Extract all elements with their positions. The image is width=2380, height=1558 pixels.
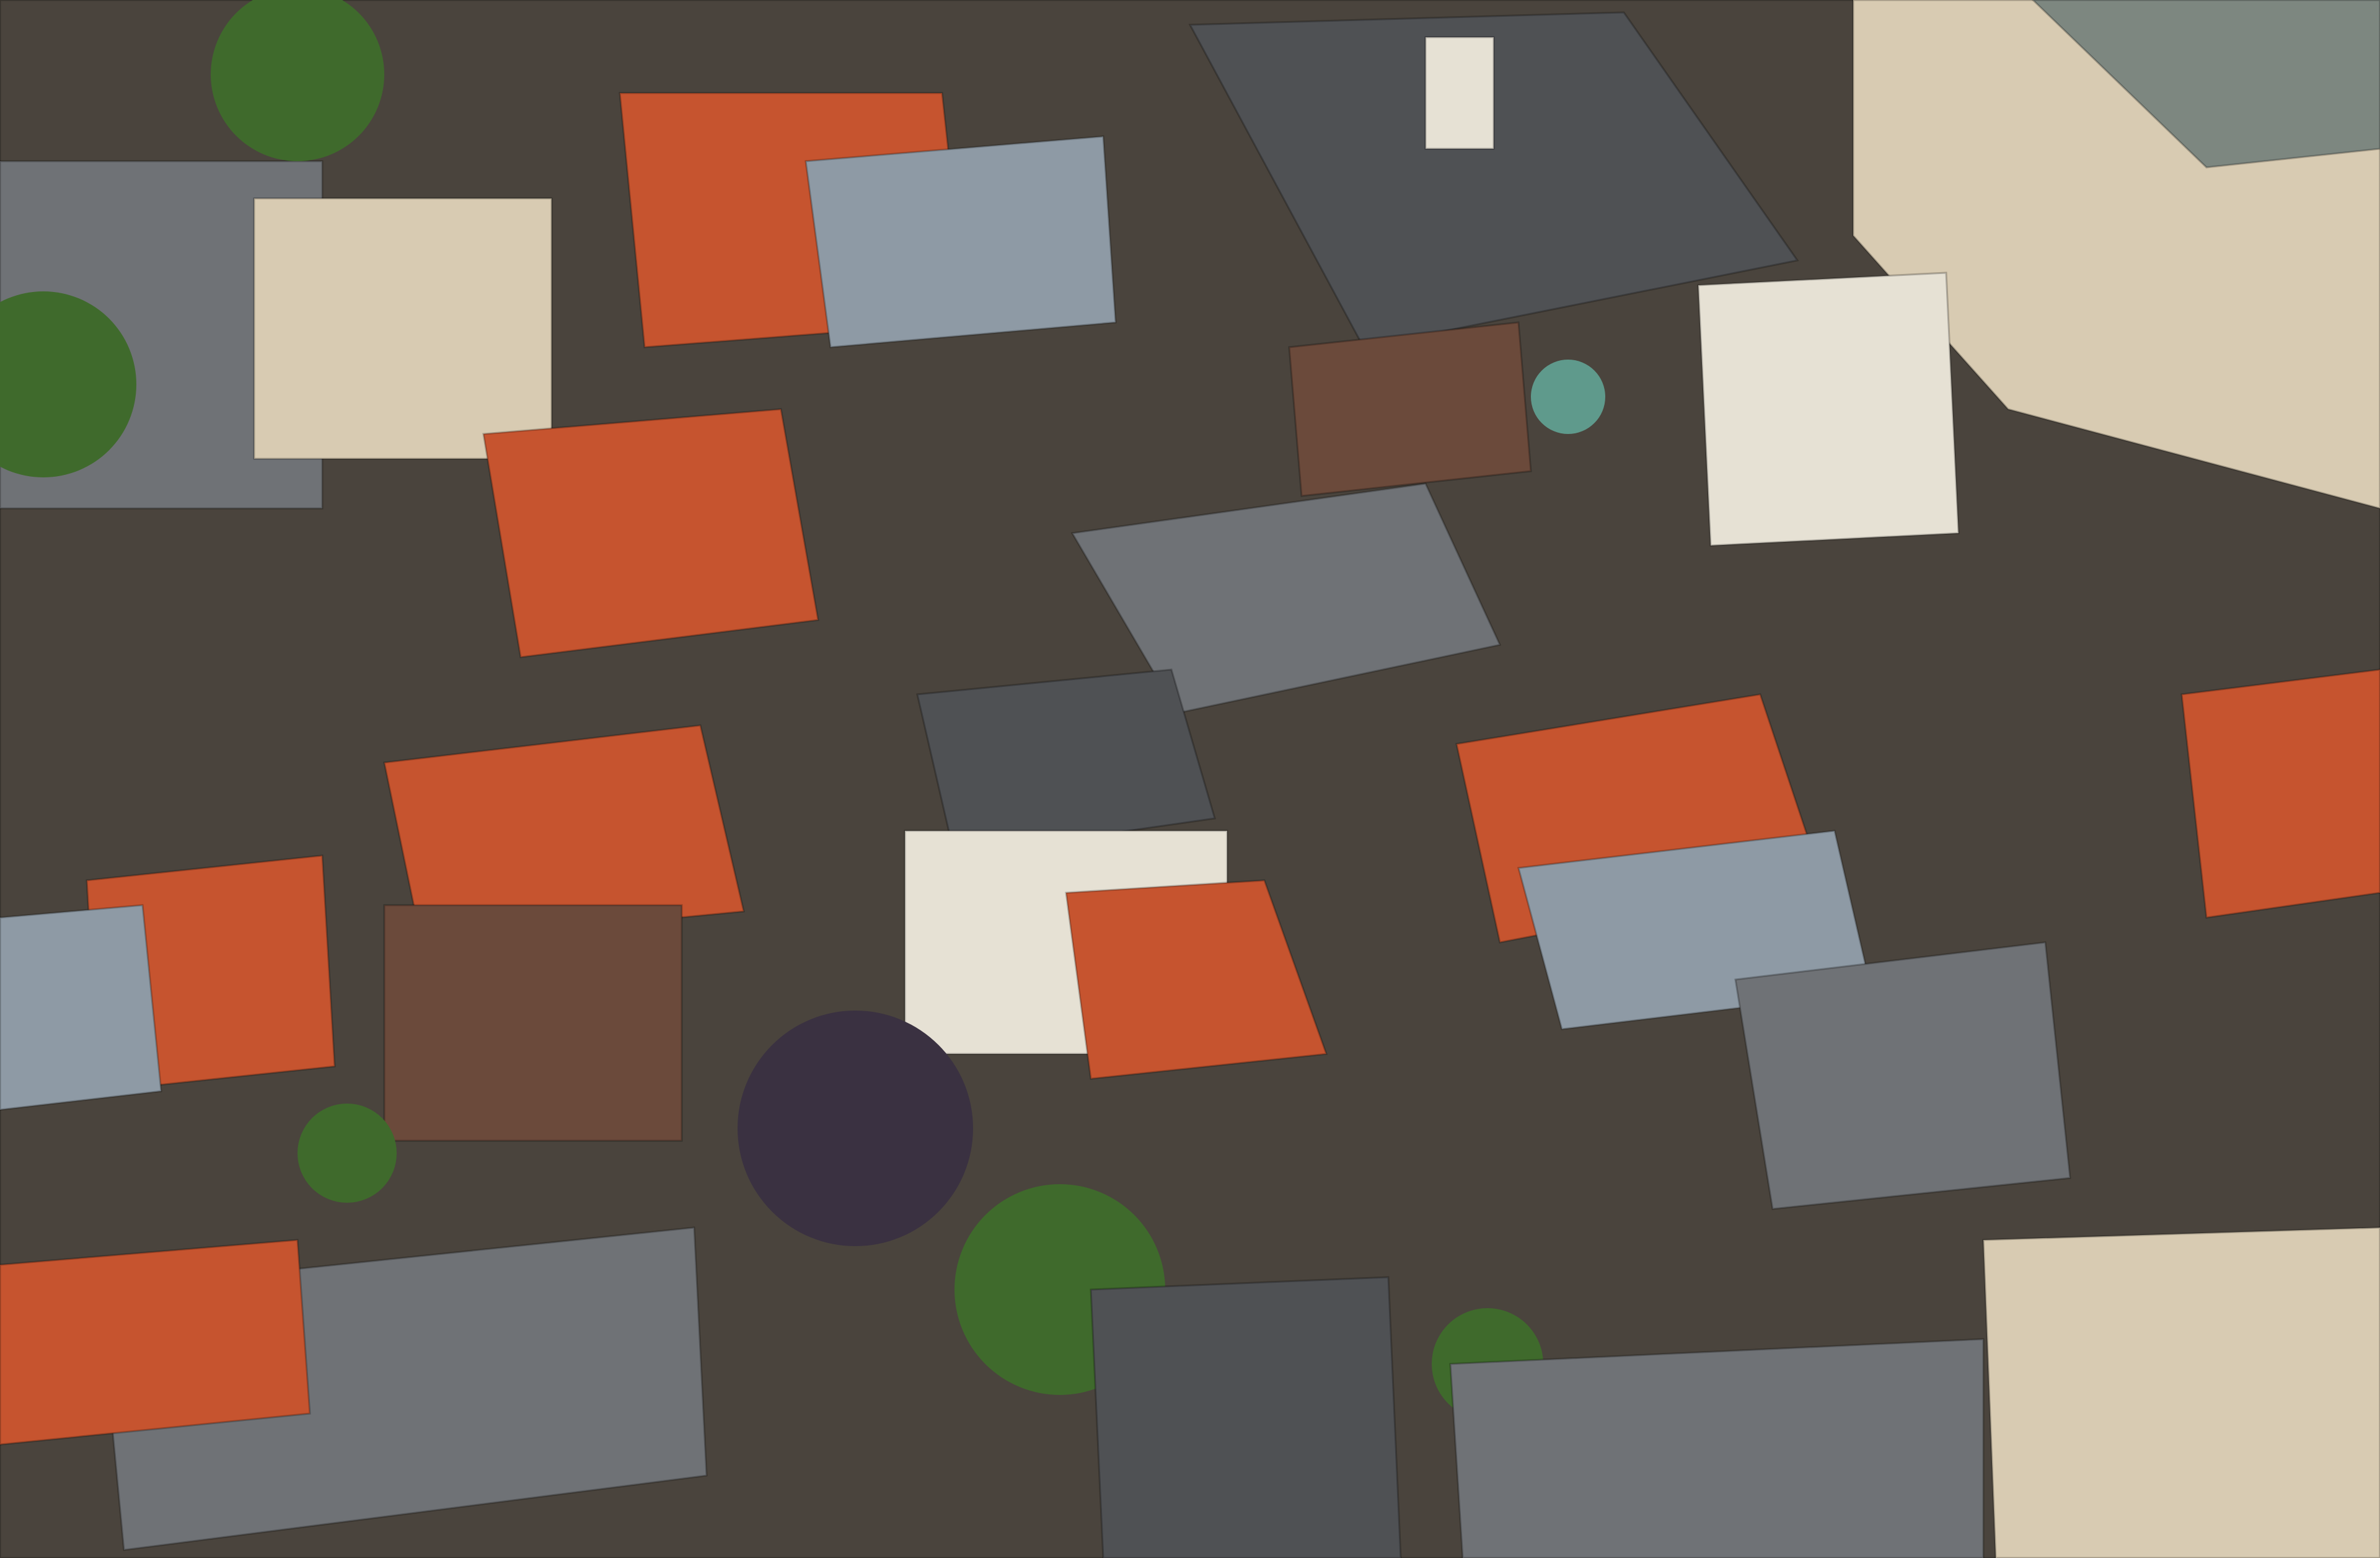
- roof-orange-mid-left: [482, 408, 819, 658]
- facade-brick-left-center: [383, 904, 683, 1142]
- roof-orange-bottom-left: [0, 1239, 311, 1446]
- roof-blue-gray-top: [804, 135, 1117, 348]
- building-bottom-right: [1982, 1226, 2380, 1558]
- tree-copper-beech: [738, 1011, 973, 1246]
- tree-small-left: [298, 1104, 397, 1203]
- roof-dark-bottom-center: [1090, 1276, 1402, 1558]
- roof-slate-right: [1734, 941, 2071, 1210]
- copper-dome: [1531, 360, 1605, 434]
- building-top-left-brick: [253, 197, 553, 460]
- roof-orange-far-right: [2180, 668, 2380, 919]
- aerial-city-scene: [0, 0, 2380, 1558]
- roof-blue-left-edge: [0, 904, 162, 1111]
- white-building-center-right: [1697, 272, 1960, 547]
- roof-slate-bottom-right: [1449, 1338, 1985, 1558]
- church-facade: [1288, 321, 1532, 497]
- church-bell-tower: [1424, 36, 1495, 150]
